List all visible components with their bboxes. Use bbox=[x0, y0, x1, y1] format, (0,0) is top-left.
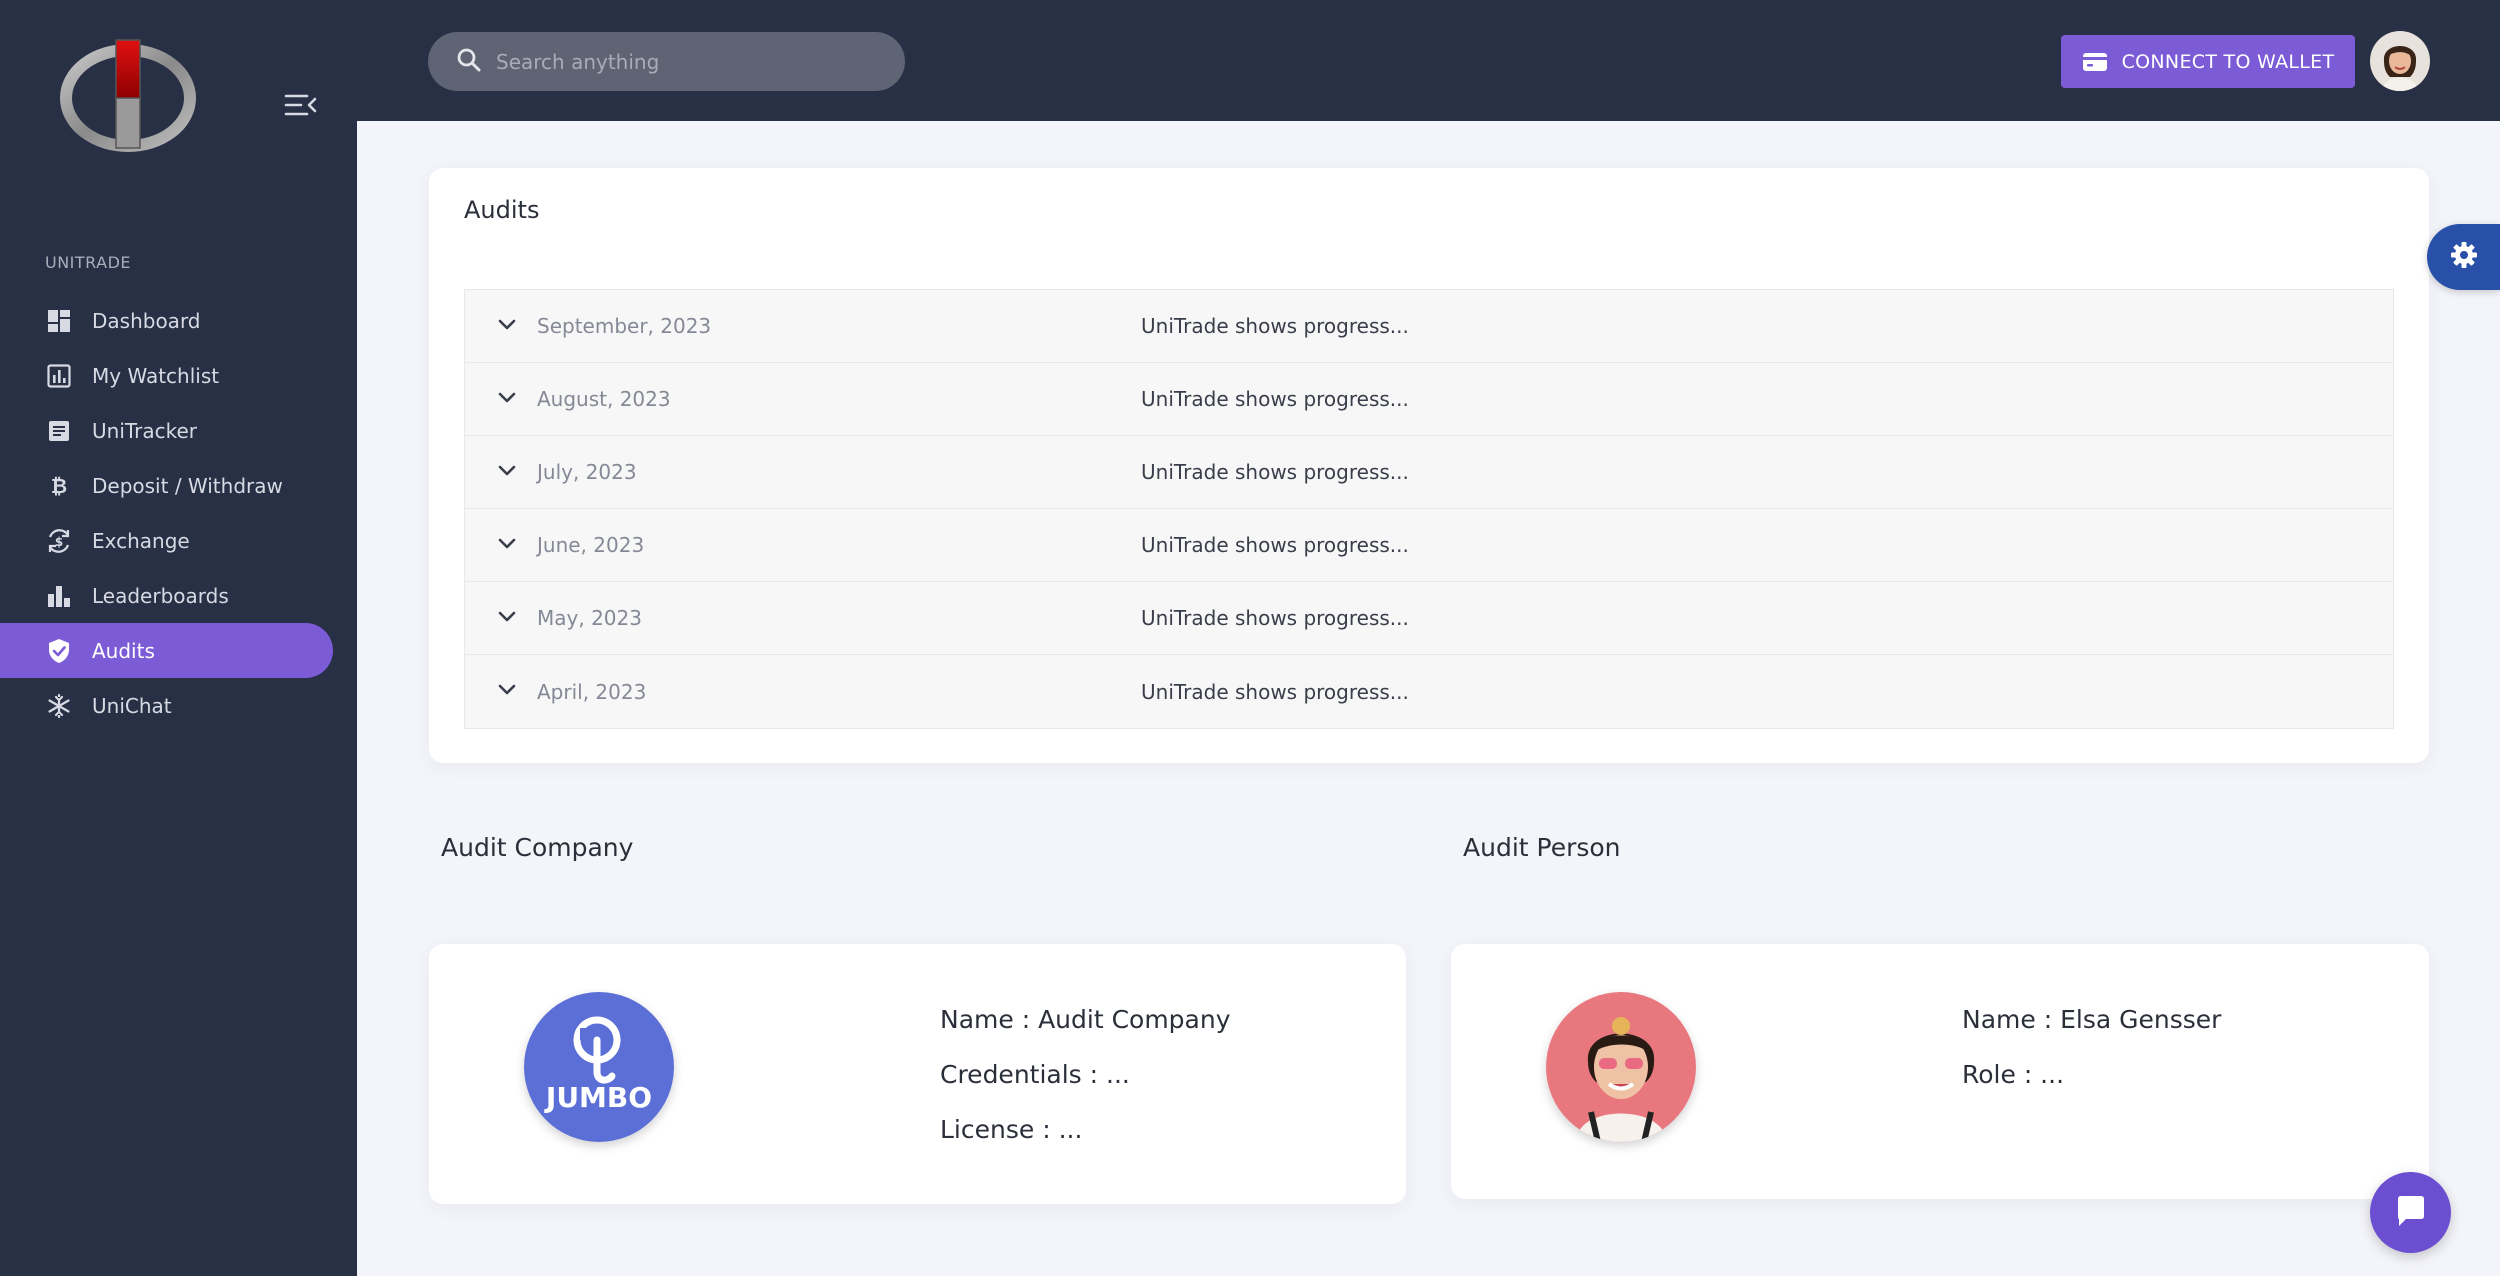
sidebar-item-dashboard[interactable]: Dashboard bbox=[0, 293, 357, 348]
chevron-down-icon[interactable] bbox=[495, 532, 519, 556]
audit-company-heading: Audit Company bbox=[441, 833, 634, 862]
company-credentials: Credentials : ... bbox=[940, 1060, 1130, 1089]
audit-date: April, 2023 bbox=[537, 679, 647, 704]
user-avatar[interactable] bbox=[2370, 31, 2430, 91]
audit-date: August, 2023 bbox=[537, 387, 671, 411]
sidebar-item-deposit-withdraw[interactable]: ₿ Deposit / Withdraw bbox=[0, 458, 357, 513]
sidebar-item-watchlist[interactable]: My Watchlist bbox=[0, 348, 357, 403]
audit-date: May, 2023 bbox=[537, 606, 642, 630]
audit-person-card: Name : Elsa Gensser Role : ... bbox=[1451, 944, 2429, 1199]
search-input[interactable] bbox=[496, 49, 876, 74]
svg-text:$: $ bbox=[55, 535, 63, 549]
audit-row[interactable]: April, 2023 UniTrade shows progress... bbox=[465, 655, 2393, 728]
chevron-down-icon[interactable] bbox=[495, 313, 519, 337]
shield-check-icon bbox=[45, 637, 73, 665]
chevron-down-icon[interactable] bbox=[495, 605, 519, 629]
audit-company-card: JUMBO Name : Audit Company Credentials :… bbox=[429, 944, 1406, 1204]
company-license: License : ... bbox=[940, 1115, 1083, 1144]
audit-row[interactable]: September, 2023 UniTrade shows progress.… bbox=[465, 290, 2393, 363]
collapse-menu-icon[interactable] bbox=[283, 90, 319, 120]
audit-summary: UniTrade shows progress... bbox=[1141, 533, 1409, 557]
person-name: Name : Elsa Gensser bbox=[1962, 1005, 2222, 1034]
sidebar-item-leaderboards[interactable]: Leaderboards bbox=[0, 568, 357, 623]
connect-wallet-button[interactable]: CONNECT TO WALLET bbox=[2061, 35, 2355, 88]
dashboard-icon bbox=[45, 307, 73, 335]
chat-button[interactable] bbox=[2370, 1172, 2451, 1253]
sidebar-item-label: UniChat bbox=[92, 693, 172, 718]
leaderboard-icon bbox=[45, 582, 73, 610]
top-bar: CONNECT TO WALLET bbox=[357, 0, 2500, 121]
audit-date: June, 2023 bbox=[537, 533, 645, 557]
sidebar-item-label: Audits bbox=[92, 638, 155, 663]
sidebar: UNITRADE Dashboard My Watchlist UniTrack… bbox=[0, 0, 357, 1276]
sidebar-item-label: Leaderboards bbox=[92, 583, 229, 608]
audit-summary: UniTrade shows progress... bbox=[1141, 314, 1409, 338]
wallet-icon bbox=[2082, 51, 2108, 73]
sidebar-section-label: UNITRADE bbox=[45, 253, 132, 272]
sidebar-item-audits[interactable]: Audits bbox=[0, 623, 333, 678]
company-name: Name : Audit Company bbox=[940, 1005, 1231, 1034]
chat-bubble-icon bbox=[2394, 1194, 2428, 1232]
connect-wallet-label: CONNECT TO WALLET bbox=[2121, 50, 2335, 73]
sidebar-item-label: My Watchlist bbox=[92, 363, 220, 388]
company-logo: JUMBO bbox=[524, 992, 674, 1142]
snowflake-icon bbox=[45, 692, 73, 720]
company-logo-text: JUMBO bbox=[544, 1081, 652, 1114]
audit-row[interactable]: May, 2023 UniTrade shows progress... bbox=[465, 582, 2393, 655]
audit-row[interactable]: June, 2023 UniTrade shows progress... bbox=[465, 509, 2393, 582]
app-logo[interactable] bbox=[58, 36, 198, 154]
audit-row[interactable]: August, 2023 UniTrade shows progress... bbox=[465, 363, 2393, 436]
audit-person-heading: Audit Person bbox=[1463, 833, 1621, 862]
chevron-down-icon[interactable] bbox=[495, 386, 519, 410]
audit-summary: UniTrade shows progress... bbox=[1141, 387, 1409, 411]
search-bar[interactable] bbox=[428, 32, 905, 91]
document-icon bbox=[45, 417, 73, 445]
audit-row[interactable]: July, 2023 UniTrade shows progress... bbox=[465, 436, 2393, 509]
company-info: Name : Audit Company Credentials : ... L… bbox=[940, 992, 1231, 1157]
audit-summary: UniTrade shows progress... bbox=[1141, 460, 1409, 484]
sidebar-item-label: Dashboard bbox=[92, 308, 201, 333]
sidebar-item-label: Deposit / Withdraw bbox=[92, 473, 283, 498]
sidebar-item-label: Exchange bbox=[92, 528, 190, 553]
chart-icon bbox=[45, 362, 73, 390]
audits-title: Audits bbox=[464, 196, 540, 224]
sidebar-item-exchange[interactable]: $ Exchange bbox=[0, 513, 357, 568]
person-info: Name : Elsa Gensser Role : ... bbox=[1962, 992, 2221, 1102]
person-role: Role : ... bbox=[1962, 1060, 2065, 1089]
exchange-icon: $ bbox=[45, 527, 73, 555]
audit-date: July, 2023 bbox=[537, 460, 637, 484]
svg-text:₿: ₿ bbox=[51, 474, 67, 498]
audits-card: Audits September, 2023 UniTrade shows pr… bbox=[429, 168, 2429, 763]
chevron-down-icon[interactable] bbox=[495, 678, 519, 702]
sidebar-nav: Dashboard My Watchlist UniTracker ₿ Depo… bbox=[0, 293, 357, 733]
sidebar-item-label: UniTracker bbox=[92, 418, 198, 443]
audit-date: September, 2023 bbox=[537, 314, 712, 338]
search-icon bbox=[456, 47, 482, 77]
audit-summary: UniTrade shows progress... bbox=[1141, 606, 1409, 630]
settings-button[interactable] bbox=[2427, 224, 2500, 290]
audits-accordion: September, 2023 UniTrade shows progress.… bbox=[464, 289, 2394, 729]
person-avatar bbox=[1546, 992, 1696, 1142]
chevron-down-icon[interactable] bbox=[495, 459, 519, 483]
bitcoin-icon: ₿ bbox=[45, 472, 73, 500]
audit-summary: UniTrade shows progress... bbox=[1141, 679, 1409, 704]
gear-icon bbox=[2449, 240, 2479, 274]
sidebar-item-unichat[interactable]: UniChat bbox=[0, 678, 357, 733]
sidebar-item-unitracker[interactable]: UniTracker bbox=[0, 403, 357, 458]
